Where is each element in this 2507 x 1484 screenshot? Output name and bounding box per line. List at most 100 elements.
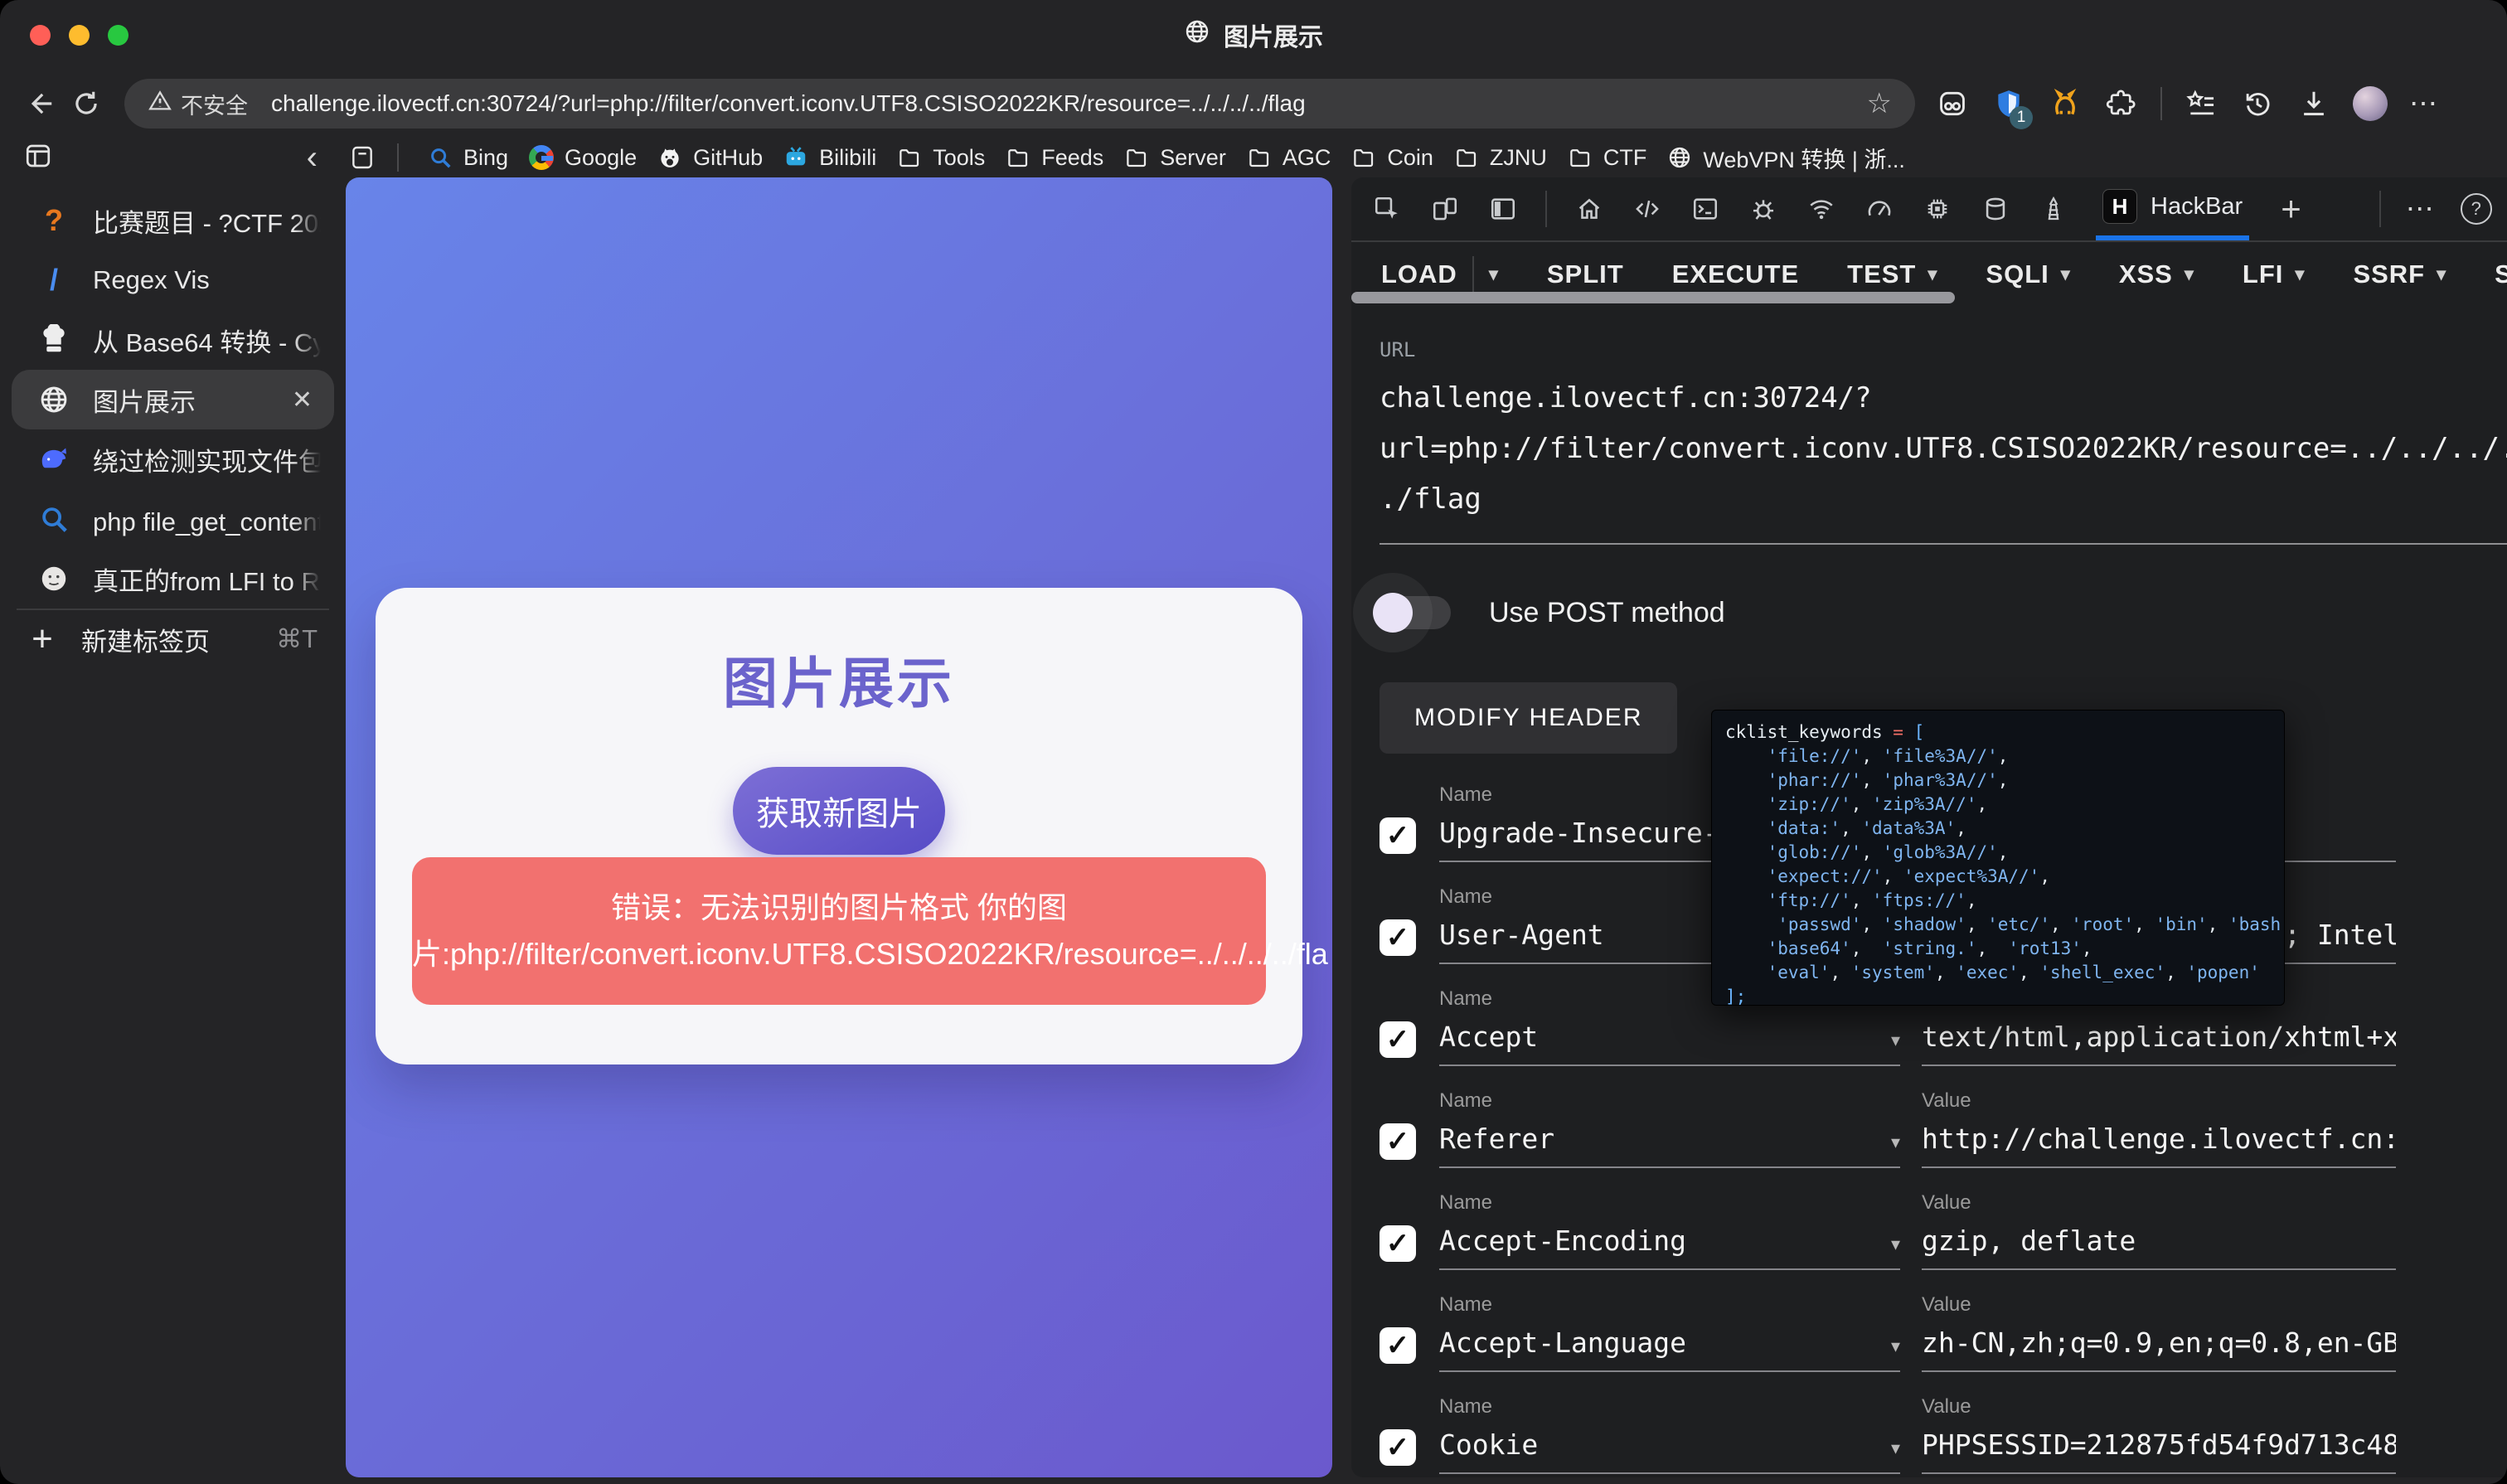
chevron-down-icon[interactable]: ▾ bbox=[1891, 1234, 1900, 1255]
chevron-down-icon[interactable]: ▾ bbox=[1891, 1030, 1900, 1051]
device-toolbar-icon[interactable] bbox=[1429, 193, 1461, 225]
bookmark-item[interactable]: CTF bbox=[1557, 144, 1656, 171]
devtools-help-icon[interactable]: ? bbox=[2461, 193, 2492, 225]
chevron-down-icon[interactable]: ▾ bbox=[1891, 1336, 1900, 1357]
lighthouse-tab-icon[interactable] bbox=[2038, 193, 2069, 225]
profile-avatar[interactable] bbox=[2353, 86, 2388, 121]
application-storage-icon[interactable] bbox=[1980, 193, 2011, 225]
hackbar-button-sqli[interactable]: SQLI▾ bbox=[1986, 259, 2070, 289]
header-name-input[interactable]: Referer ▾ bbox=[1439, 1123, 1900, 1168]
zoom-window-button[interactable] bbox=[108, 25, 129, 46]
bookmark-item[interactable]: Bilibili bbox=[773, 144, 886, 171]
post-method-toggle[interactable] bbox=[1380, 596, 1451, 629]
hackbar-button-lfi[interactable]: LFI▾ bbox=[2243, 259, 2306, 289]
bookmark-item[interactable]: Feeds bbox=[995, 144, 1113, 171]
bookmark-item[interactable]: Google bbox=[518, 144, 647, 171]
hackbar-button-xss[interactable]: XSS▾ bbox=[2119, 259, 2194, 289]
reading-list-icon[interactable] bbox=[346, 144, 379, 171]
header-name-input[interactable]: Accept-Encoding ▾ bbox=[1439, 1225, 1900, 1270]
question-icon: ? bbox=[36, 203, 71, 238]
horizontal-scrollbar[interactable] bbox=[1351, 292, 1955, 303]
header-value-input[interactable]: gzip, deflate bbox=[1922, 1225, 2396, 1270]
new-tab-button[interactable]: + 新建标签页 ⌘T bbox=[0, 610, 346, 668]
network-tab-icon[interactable] bbox=[1806, 193, 1837, 225]
bookmark-item[interactable]: Bing bbox=[417, 144, 518, 171]
tampermonkey-icon[interactable] bbox=[2048, 86, 2083, 121]
traffic-lights bbox=[0, 25, 129, 46]
tab-hackbar[interactable]: H HackBar bbox=[2096, 177, 2249, 240]
bookmark-item[interactable]: Coin bbox=[1341, 144, 1443, 171]
home-tab-icon[interactable] bbox=[1574, 193, 1605, 225]
reload-button[interactable] bbox=[63, 88, 109, 119]
header-enabled-checkbox[interactable]: ✓ bbox=[1380, 1123, 1416, 1160]
favorites-icon[interactable] bbox=[2184, 86, 2218, 121]
url-field[interactable]: challenge.ilovectf.cn:30724/? url=php://… bbox=[1380, 373, 2507, 545]
header-value-input[interactable]: PHPSESSID=212875fd54f9d713c48a bbox=[1922, 1428, 2396, 1474]
devtools-more-icon[interactable]: ⋯ bbox=[2406, 192, 2436, 226]
sidebar-tab[interactable]: ?比赛题目 - ?CTF 2025 bbox=[12, 191, 334, 250]
hackbar-button-test[interactable]: TEST▾ bbox=[1847, 259, 1937, 289]
header-name-input[interactable]: Accept ▾ bbox=[1439, 1021, 1900, 1066]
chevron-down-icon[interactable]: ▾ bbox=[1891, 1438, 1900, 1459]
minimize-window-button[interactable] bbox=[69, 25, 90, 46]
sidebar-tab[interactable]: /Regex Vis bbox=[12, 250, 334, 310]
chevron-down-icon[interactable]: ▾ bbox=[1891, 1132, 1900, 1153]
extensions-puzzle-icon[interactable] bbox=[2104, 86, 2139, 121]
tab-panels-icon[interactable] bbox=[23, 141, 53, 175]
name-label: Name bbox=[1439, 1395, 1900, 1419]
address-bar[interactable]: 不安全 challenge.ilovectf.cn:30724/?url=php… bbox=[124, 79, 1915, 129]
hackbar-button-execute[interactable]: EXECUTE bbox=[1672, 259, 1799, 289]
sidebar-tab[interactable]: php file_get_contents漏洞 bbox=[12, 489, 334, 549]
reader-extension-icon[interactable] bbox=[1935, 86, 1970, 121]
back-button[interactable] bbox=[17, 88, 63, 119]
header-value-input[interactable]: text/html,application/xhtml+xm bbox=[1922, 1021, 2396, 1066]
header-name-input[interactable]: Cookie ▾ bbox=[1439, 1428, 1900, 1474]
tab-label: 绕过检测实现文件包含方法 bbox=[93, 441, 321, 478]
url-text[interactable]: challenge.ilovectf.cn:30724/?url=php://f… bbox=[271, 90, 1859, 117]
dock-side-icon[interactable] bbox=[1487, 193, 1519, 225]
header-value-input[interactable]: zh-CN,zh;q=0.9,en;q=0.8,en-GB bbox=[1922, 1326, 2396, 1372]
history-icon[interactable] bbox=[2240, 86, 2275, 121]
hackbar-button-s[interactable]: S bbox=[2495, 259, 2507, 289]
security-status[interactable]: 不安全 bbox=[148, 88, 248, 120]
sidebar-tab[interactable]: 从 Base64 转换 - CyberCh bbox=[12, 310, 334, 370]
sidebar-tab[interactable]: 真正的from LFI to RCE—— bbox=[12, 549, 334, 609]
hackbar-button-ssrf[interactable]: SSRF▾ bbox=[2353, 259, 2446, 289]
header-enabled-checkbox[interactable]: ✓ bbox=[1380, 1225, 1416, 1262]
header-enabled-checkbox[interactable]: ✓ bbox=[1380, 1021, 1416, 1058]
header-name-input[interactable]: Accept-Language ▾ bbox=[1439, 1326, 1900, 1372]
bookmark-label: Bilibili bbox=[819, 145, 876, 171]
header-enabled-checkbox[interactable]: ✓ bbox=[1380, 1429, 1416, 1466]
bookmark-item[interactable]: GitHub bbox=[647, 144, 773, 171]
console-tab-icon[interactable] bbox=[1690, 193, 1721, 225]
sidebar-tab-active[interactable]: 图片展示✕ bbox=[12, 370, 334, 429]
inspect-element-icon[interactable] bbox=[1371, 193, 1403, 225]
hackbar-button-load[interactable]: LOAD▾ bbox=[1381, 256, 1499, 293]
bookmark-star-icon[interactable]: ☆ bbox=[1867, 87, 1892, 120]
sidebar-tab[interactable]: 绕过检测实现文件包含方法 bbox=[12, 429, 334, 489]
more-menu-icon[interactable]: ⋯ bbox=[2409, 87, 2439, 120]
fetch-new-image-button[interactable]: 获取新图片 bbox=[733, 767, 945, 855]
header-enabled-checkbox[interactable]: ✓ bbox=[1380, 1327, 1416, 1364]
bookmark-item[interactable]: Server bbox=[1113, 144, 1236, 171]
bookmark-item[interactable]: Tools bbox=[886, 144, 995, 171]
bookmark-item[interactable]: ZJNU bbox=[1443, 144, 1557, 171]
adblock-shield-icon[interactable]: 1 bbox=[1991, 86, 2026, 121]
header-value-input[interactable]: http://challenge.ilovectf.cn:3 bbox=[1922, 1123, 2396, 1168]
hackbar-button-split[interactable]: SPLIT bbox=[1547, 259, 1624, 289]
close-tab-icon[interactable]: ✕ bbox=[292, 386, 321, 415]
post-method-label: Use POST method bbox=[1489, 597, 1725, 629]
collapse-sidebar-icon[interactable]: ‹ bbox=[307, 139, 318, 177]
memory-tab-icon[interactable] bbox=[1922, 193, 1953, 225]
header-enabled-checkbox[interactable]: ✓ bbox=[1380, 919, 1416, 956]
modify-header-button[interactable]: MODIFY HEADER bbox=[1380, 682, 1677, 754]
close-window-button[interactable] bbox=[30, 25, 51, 46]
bookmark-item[interactable]: AGC bbox=[1236, 144, 1341, 171]
debugger-bug-icon[interactable] bbox=[1748, 193, 1779, 225]
downloads-icon[interactable] bbox=[2296, 86, 2331, 121]
bookmark-item[interactable]: WebVPN 转换 | 浙... bbox=[1656, 142, 1915, 174]
sources-tab-icon[interactable] bbox=[1632, 193, 1663, 225]
add-devtools-tab-icon[interactable]: + bbox=[2276, 189, 2306, 229]
performance-tab-icon[interactable] bbox=[1864, 193, 1895, 225]
header-enabled-checkbox[interactable]: ✓ bbox=[1380, 817, 1416, 854]
